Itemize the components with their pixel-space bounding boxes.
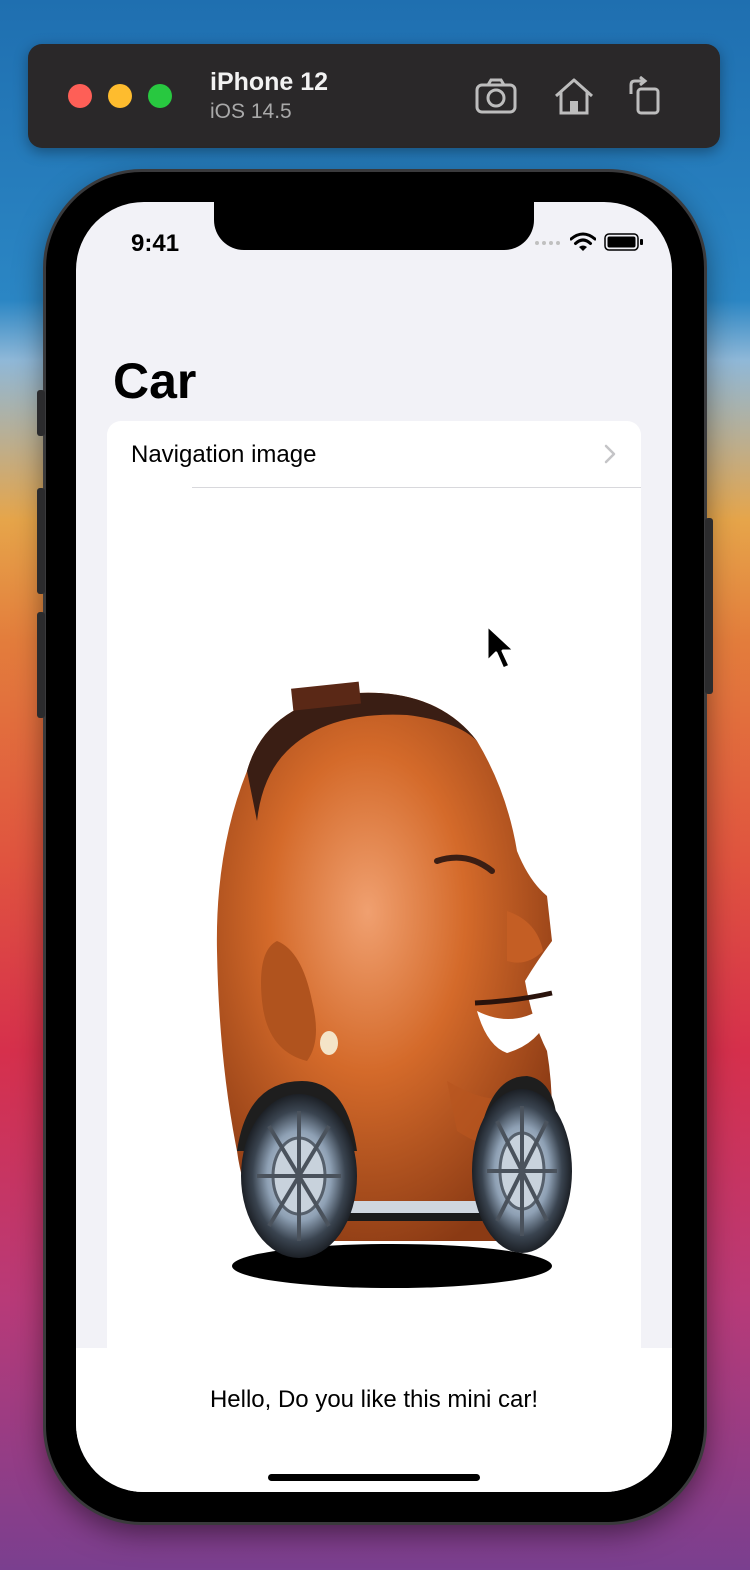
power-button [705,518,713,694]
device-screen: 9:41 Car Navigation image Hello, Do you … [76,202,672,1492]
volume-up-button [37,488,45,594]
car-with-face-image [216,681,572,1288]
list-section: Navigation image [107,421,641,1351]
list-item-label: Navigation image [131,441,317,468]
minimize-window-button[interactable] [108,84,132,108]
wifi-icon [570,232,596,251]
separator [192,487,641,488]
home-icon[interactable] [552,76,596,116]
iphone-frame: 9:41 Car Navigation image Hello, Do you … [37,172,713,1522]
home-indicator[interactable] [268,1474,480,1481]
zoom-window-button[interactable] [148,84,172,108]
list-item-navigation-image[interactable]: Navigation image [107,421,641,488]
battery-icon [604,233,643,251]
volume-down-button [37,612,45,718]
status-icons [534,232,644,252]
silent-switch [37,390,45,436]
status-time: 9:41 [131,230,180,257]
screenshot-icon[interactable] [474,76,518,116]
rotate-icon[interactable] [626,76,670,116]
device-name: iPhone 12 [210,68,329,96]
large-title: Car [113,353,197,409]
signal-icon [535,241,560,245]
chevron-right-icon [604,444,616,464]
mouse-cursor-icon [485,623,517,671]
os-version: iOS 14.5 [210,100,292,123]
bottom-bar: Hello, Do you like this mini car! [76,1348,672,1492]
bottom-message: Hello, Do you like this mini car! [209,1386,539,1413]
notch [214,202,534,250]
close-window-button[interactable] [68,84,92,108]
